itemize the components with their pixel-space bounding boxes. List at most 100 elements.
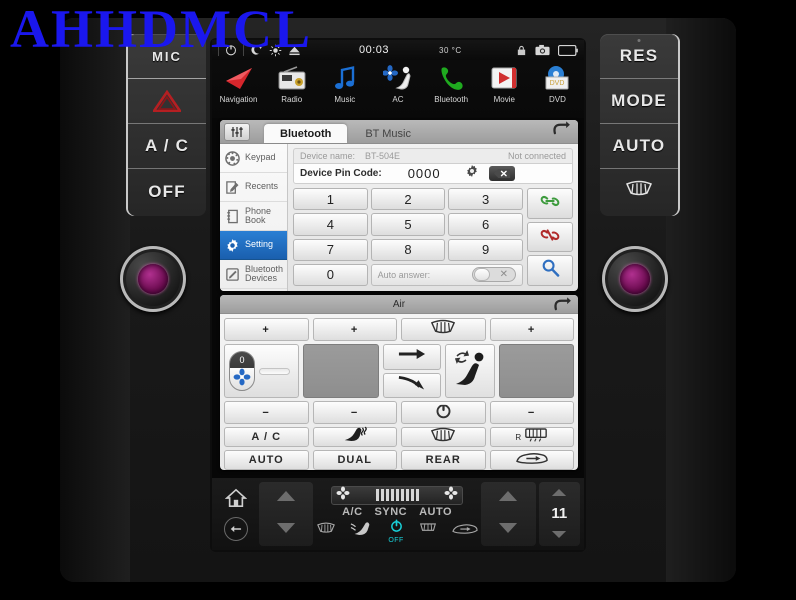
key-5[interactable]: 5 xyxy=(370,213,446,236)
rear-defrost-button[interactable] xyxy=(600,169,678,214)
rear-toggle[interactable]: REAR xyxy=(401,450,486,470)
lock-icon[interactable] xyxy=(516,45,527,56)
gear-icon[interactable] xyxy=(465,164,479,183)
chevron-up-icon[interactable] xyxy=(276,489,296,507)
key-4[interactable]: 4 xyxy=(293,213,368,236)
air-power-button[interactable] xyxy=(401,401,486,424)
hazard-triangle-icon xyxy=(153,90,181,112)
key-9[interactable]: 9 xyxy=(448,238,523,261)
dual-toggle[interactable]: DUAL xyxy=(312,450,397,470)
car-recirculation-icon[interactable] xyxy=(452,522,478,540)
key-0[interactable]: 0 xyxy=(293,263,368,286)
disconnect-button[interactable] xyxy=(527,221,573,253)
passenger-temp-down[interactable]: − xyxy=(489,401,574,424)
pin-code-value[interactable]: 0000 xyxy=(408,166,441,181)
key-8[interactable]: 8 xyxy=(370,238,446,261)
screenshot-root: MIC A / C OFF RES MODE AUTO 00:03 30 °C … xyxy=(0,0,796,600)
passenger-temp-up[interactable]: + xyxy=(489,318,574,341)
sidebar-item-keypad[interactable]: Keypad xyxy=(220,144,287,173)
bluetooth-header: Bluetooth BT Music xyxy=(220,120,578,144)
battery-icon[interactable] xyxy=(558,44,578,56)
connect-button[interactable] xyxy=(527,188,573,219)
auto-answer-toggle[interactable]: ✕ xyxy=(471,267,516,283)
sync-status-label[interactable]: SYNC xyxy=(375,506,408,518)
tab-bluetooth[interactable]: Bluetooth xyxy=(264,124,348,143)
key-3[interactable]: 3 xyxy=(448,188,523,211)
backspace-icon[interactable] xyxy=(488,166,515,181)
seat-heat-toggle[interactable] xyxy=(312,426,397,447)
app-music[interactable]: Music xyxy=(320,63,370,104)
search-devices-button[interactable] xyxy=(527,255,573,287)
ac-toggle[interactable]: A / C xyxy=(224,427,309,447)
fan-slider-track[interactable] xyxy=(259,367,291,375)
chevron-up-icon[interactable] xyxy=(498,489,518,507)
chevron-up-icon[interactable] xyxy=(551,484,567,502)
back-circle-icon[interactable] xyxy=(223,516,248,541)
pen-icon xyxy=(224,266,241,283)
key-2[interactable]: 2 xyxy=(370,188,446,211)
app-movie[interactable]: Movie xyxy=(479,63,529,104)
key-1[interactable]: 1 xyxy=(293,188,368,211)
recirculation-toggle[interactable] xyxy=(489,450,574,470)
volume-knob[interactable] xyxy=(120,246,186,312)
sidebar-label: Setting xyxy=(245,239,274,250)
sidebar-item-setting[interactable]: Setting xyxy=(220,231,287,260)
tune-knob[interactable] xyxy=(602,246,668,312)
defrost-icon xyxy=(624,180,654,203)
seat-recirculation-button[interactable] xyxy=(444,344,495,398)
res-button[interactable]: RES xyxy=(600,34,678,79)
airflow-face-button[interactable] xyxy=(382,344,441,370)
front-defrost-button[interactable] xyxy=(401,427,486,447)
ac-button[interactable]: A / C xyxy=(128,124,206,169)
tab-bt-music[interactable]: BT Music xyxy=(349,124,427,143)
fan-up[interactable]: + xyxy=(312,318,397,341)
airflow-floor-button[interactable] xyxy=(382,372,441,398)
fan-speed-slider[interactable]: 0 xyxy=(224,344,300,398)
app-ac[interactable]: AC xyxy=(373,63,423,104)
fan-down[interactable]: − xyxy=(312,401,397,424)
touchscreen[interactable]: 00:03 30 °C Navigation Radio Music AC Bl… xyxy=(212,40,584,550)
center-icon-row: OFF xyxy=(316,518,478,544)
app-launcher-row: Navigation Radio Music AC Bluetooth Movi… xyxy=(212,60,584,118)
sidebar-item-bluetooth-devices[interactable]: Bluetooth Devices xyxy=(220,260,287,289)
fan-level-indicator[interactable] xyxy=(331,485,464,505)
fan-slider-control[interactable]: 0 xyxy=(225,345,298,397)
power-toggle[interactable]: OFF xyxy=(388,518,404,544)
chevron-down-icon[interactable] xyxy=(551,526,567,544)
chevron-down-icon[interactable] xyxy=(498,521,518,539)
key-6[interactable]: 6 xyxy=(448,213,523,236)
auto-button[interactable]: AUTO xyxy=(600,124,678,169)
key-7[interactable]: 7 xyxy=(293,238,368,261)
rear-defrost-toggle[interactable]: R xyxy=(489,427,574,447)
app-bluetooth[interactable]: Bluetooth xyxy=(426,63,476,104)
chevron-down-icon[interactable] xyxy=(276,521,296,539)
camera-icon[interactable] xyxy=(535,44,550,56)
ac-status-label[interactable]: A/C xyxy=(342,506,362,518)
back-arrow-icon[interactable] xyxy=(551,120,570,141)
fan-slider-thumb[interactable]: 0 xyxy=(229,351,255,391)
minus-label: − xyxy=(350,406,359,419)
music-note-icon xyxy=(330,63,360,93)
back-arrow-icon[interactable] xyxy=(552,296,571,315)
app-radio[interactable]: Radio xyxy=(267,63,317,104)
front-defrost-toggle[interactable] xyxy=(401,318,486,341)
driver-temp-up[interactable]: + xyxy=(224,318,309,341)
app-navigation[interactable]: Navigation xyxy=(214,63,264,104)
hazard-button[interactable] xyxy=(128,79,206,124)
sidebar-item-recents[interactable]: Recents xyxy=(220,173,287,202)
fan-slider-value: 0 xyxy=(239,355,245,365)
gear-icon xyxy=(224,237,241,254)
sidebar-item-phone-book[interactable]: Phone Book xyxy=(220,202,287,231)
auto-status-label[interactable]: AUTO xyxy=(419,506,452,518)
auto-toggle[interactable]: AUTO xyxy=(224,450,309,470)
off-button[interactable]: OFF xyxy=(128,169,206,214)
seat-airflow-icon[interactable] xyxy=(350,521,374,541)
defrost-icon[interactable] xyxy=(316,522,336,540)
equalizer-icon[interactable] xyxy=(224,123,250,141)
home-icon[interactable] xyxy=(224,488,248,513)
driver-temp-down[interactable]: − xyxy=(224,401,309,424)
mode-button[interactable]: MODE xyxy=(600,79,678,124)
play-button-icon xyxy=(489,63,519,93)
rear-defrost-icon[interactable] xyxy=(418,522,438,540)
app-dvd[interactable]: DVD DVD xyxy=(532,63,582,104)
